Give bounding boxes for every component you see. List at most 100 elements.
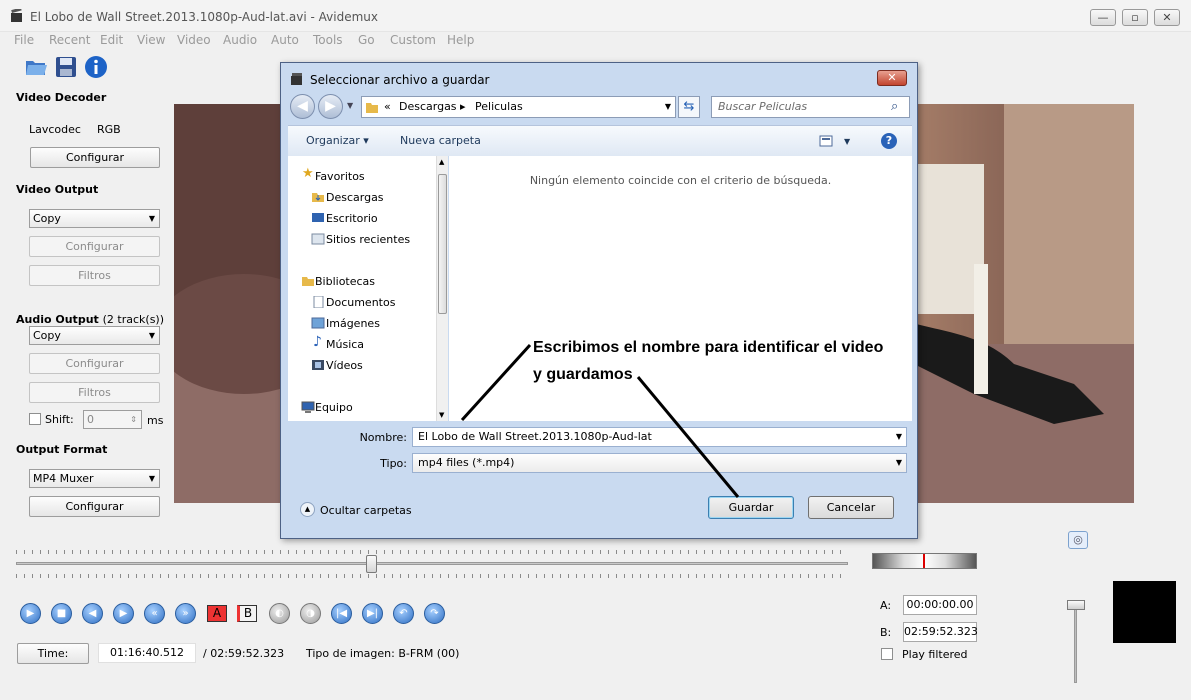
container-select[interactable]: MP4 Muxer ▼	[29, 469, 160, 488]
help-icon[interactable]: ?	[881, 133, 897, 149]
next-keyframe-icon[interactable]: »	[175, 603, 196, 624]
forward-arrow-icon[interactable]: ▶	[318, 94, 343, 119]
shift-checkbox[interactable]	[29, 413, 41, 425]
videos-film-icon	[312, 360, 324, 370]
previous-frame-icon[interactable]: ◀	[82, 603, 103, 624]
search-input[interactable]: Buscar Peliculas	[711, 96, 910, 118]
address-bar[interactable]: « Descargas ▸ Peliculas ▼	[361, 96, 676, 118]
video-configure-button[interactable]: Configurar	[29, 236, 160, 257]
set-marker-a-button[interactable]: A	[207, 605, 227, 622]
volume-slider-thumb[interactable]	[1067, 600, 1085, 610]
scroll-down-icon[interactable]: ▼	[439, 411, 444, 419]
nav-computer[interactable]: Equipo	[315, 401, 353, 414]
view-dropdown-icon[interactable]: ▼	[844, 137, 850, 146]
audio-codec-select[interactable]: Copy ▼	[29, 326, 160, 345]
filetype-select[interactable]: mp4 files (*.mp4) ▼	[412, 453, 907, 473]
play-icon[interactable]: ▶	[20, 603, 41, 624]
breadcrumb-descargas[interactable]: Descargas	[399, 100, 457, 113]
timeline-ticks-top	[16, 550, 848, 554]
video-filters-button[interactable]: Filtros	[29, 265, 160, 286]
video-codec-select[interactable]: Copy ▼	[29, 209, 160, 228]
menu-audio[interactable]: Audio	[223, 33, 257, 47]
nav-desktop[interactable]: Escritorio	[326, 212, 378, 225]
breadcrumb-peliculas[interactable]: Peliculas	[475, 100, 523, 113]
video-decoder-title: Video Decoder	[16, 91, 107, 104]
speaker-icon[interactable]: ◎	[1068, 531, 1088, 549]
menu-custom[interactable]: Custom	[390, 33, 436, 47]
goto-marker-a-icon[interactable]: ◐	[269, 603, 290, 624]
back-60-icon[interactable]: ↶	[393, 603, 414, 624]
goto-marker-b-icon[interactable]: ◑	[300, 603, 321, 624]
menu-video[interactable]: Video	[177, 33, 211, 47]
downloads-folder-icon	[312, 193, 324, 202]
hide-folders-toggle[interactable]: Ocultar carpetas	[320, 504, 412, 517]
scroll-up-icon[interactable]: ▲	[439, 158, 444, 166]
dialog-close-button[interactable]: ✕	[877, 70, 907, 86]
nav-images[interactable]: Imágenes	[326, 317, 380, 330]
stop-icon[interactable]: ■	[51, 603, 72, 624]
info-icon[interactable]	[84, 55, 108, 79]
last-frame-icon[interactable]: ▶|	[362, 603, 383, 624]
save-file-dialog: Seleccionar archivo a guardar ✕ ◀ ▶ ▼ « …	[280, 62, 918, 539]
organize-menu[interactable]: Organizar ▾	[306, 134, 369, 147]
menu-auto[interactable]: Auto	[271, 33, 299, 47]
nav-libraries[interactable]: Bibliotecas	[315, 275, 375, 288]
nav-favorites[interactable]: Favoritos	[315, 170, 365, 183]
decoder-configure-button[interactable]: Configurar	[30, 147, 160, 168]
format-configure-button[interactable]: Configurar	[29, 496, 160, 517]
set-marker-b-button[interactable]: B	[237, 605, 257, 622]
maximize-button[interactable]: ▫	[1122, 9, 1148, 26]
menu-go[interactable]: Go	[358, 33, 375, 47]
previous-keyframe-icon[interactable]: «	[144, 603, 165, 624]
cancel-button[interactable]: Cancelar	[808, 496, 894, 519]
recent-pages-chevron-icon[interactable]: ▼	[347, 101, 353, 110]
audio-configure-button[interactable]: Configurar	[29, 353, 160, 374]
nav-music[interactable]: Música	[326, 338, 364, 351]
current-time-field[interactable]: 01:16:40.512	[98, 643, 196, 663]
minimize-button[interactable]: —	[1090, 9, 1116, 26]
filename-input[interactable]: El Lobo de Wall Street.2013.1080p-Aud-la…	[412, 427, 907, 447]
address-dropdown-icon[interactable]: ▼	[665, 102, 671, 111]
forward-60-icon[interactable]: ↷	[424, 603, 445, 624]
save-button[interactable]: Guardar	[708, 496, 794, 519]
timeline-slider[interactable]	[16, 562, 848, 565]
chevron-down-icon: ▼	[895, 432, 902, 441]
scroll-thumb[interactable]	[438, 174, 447, 314]
nav-documents[interactable]: Documentos	[326, 296, 395, 309]
menu-file[interactable]: File	[14, 33, 34, 47]
view-options-icon[interactable]	[819, 135, 833, 147]
volume-slider[interactable]	[1074, 603, 1077, 683]
next-frame-icon[interactable]: ▶	[113, 603, 134, 624]
new-folder-button[interactable]: Nueva carpeta	[400, 134, 481, 147]
nav-recent-places[interactable]: Sitios recientes	[326, 233, 410, 246]
nav-videos[interactable]: Vídeos	[326, 359, 363, 372]
menu-tools[interactable]: Tools	[313, 33, 343, 47]
nav-scrollbar[interactable]: ▲ ▼	[436, 156, 448, 421]
shift-spinbox[interactable]: 0 ⇕	[83, 410, 142, 429]
refresh-icon[interactable]: ⇆	[678, 96, 700, 118]
search-icon[interactable]: ⌕	[891, 99, 898, 114]
jog-shuttle[interactable]	[872, 553, 977, 569]
nav-downloads[interactable]: Descargas	[326, 191, 384, 204]
chevron-down-icon: ▼	[148, 474, 155, 483]
time-button[interactable]: Time:	[17, 643, 89, 664]
jog-marker	[923, 554, 925, 568]
first-frame-icon[interactable]: |◀	[331, 603, 352, 624]
play-filtered-checkbox[interactable]	[881, 648, 893, 660]
avidemux-app-icon	[11, 9, 22, 22]
timeline-slider-thumb[interactable]	[366, 555, 378, 573]
collapse-folders-icon[interactable]: ▲	[300, 502, 315, 517]
close-button[interactable]: ✕	[1154, 9, 1180, 26]
decoder-name: Lavcodec	[29, 123, 81, 136]
menu-help[interactable]: Help	[447, 33, 474, 47]
back-arrow-icon[interactable]: ◀	[290, 94, 315, 119]
window-title: El Lobo de Wall Street.2013.1080p-Aud-la…	[30, 10, 378, 24]
menu-edit[interactable]: Edit	[100, 33, 123, 47]
audio-filters-button[interactable]: Filtros	[29, 382, 160, 403]
menu-recent[interactable]: Recent	[49, 33, 90, 47]
video-output-title: Video Output	[16, 183, 99, 196]
save-disk-icon[interactable]	[54, 55, 78, 79]
open-folder-icon[interactable]	[24, 55, 48, 79]
star-icon: ★	[302, 166, 314, 181]
menu-view[interactable]: View	[137, 33, 165, 47]
